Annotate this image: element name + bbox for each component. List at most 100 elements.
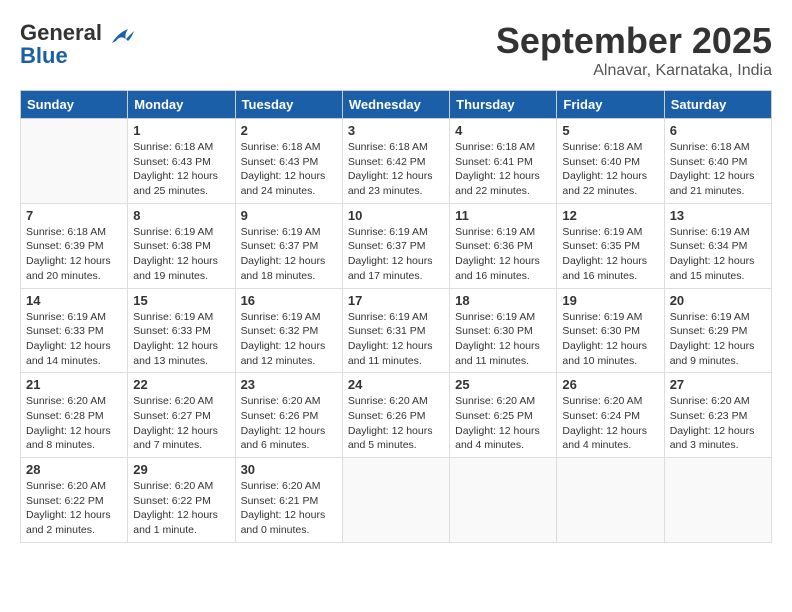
day-of-week-header: Friday <box>557 91 664 119</box>
day-info: Sunrise: 6:18 AM Sunset: 6:43 PM Dayligh… <box>133 140 229 199</box>
calendar-cell <box>450 458 557 543</box>
calendar-cell: 19 Sunrise: 6:19 AM Sunset: 6:30 PM Dayli… <box>557 288 664 373</box>
calendar-cell: 25Sunrise: 6:20 AM Sunset: 6:25 PM Dayli… <box>450 373 557 458</box>
day-info: Sunrise: 6:20 AM Sunset: 6:27 PM Dayligh… <box>133 394 229 453</box>
day-number: 1 <box>133 123 229 138</box>
calendar-cell: 24 Sunrise: 6:20 AM Sunset: 6:26 PM Dayli… <box>342 373 449 458</box>
day-number: 9 <box>241 208 337 223</box>
calendar-cell <box>342 458 449 543</box>
calendar-cell <box>21 119 128 204</box>
day-number: 15 <box>133 293 229 308</box>
calendar-cell: 3 Sunrise: 6:18 AM Sunset: 6:42 PM Daylig… <box>342 119 449 204</box>
day-info: Sunrise: 6:20 AM Sunset: 6:23 PM Dayligh… <box>670 394 766 453</box>
day-info: Sunrise: 6:20 AM Sunset: 6:22 PM Dayligh… <box>26 479 122 538</box>
day-number: 19 <box>562 293 658 308</box>
day-number: 5 <box>562 123 658 138</box>
calendar-cell: 13 Sunrise: 6:19 AM Sunset: 6:34 PM Dayli… <box>664 203 771 288</box>
day-info: Sunrise: 6:20 AM Sunset: 6:26 PM Dayligh… <box>241 394 337 453</box>
day-info: Sunrise: 6:19 AM Sunset: 6:32 PM Dayligh… <box>241 310 337 369</box>
calendar-cell <box>664 458 771 543</box>
calendar-cell: 22 Sunrise: 6:20 AM Sunset: 6:27 PM Dayli… <box>128 373 235 458</box>
logo-bird-icon <box>108 25 136 47</box>
day-info: Sunrise: 6:20 AM Sunset: 6:25 PM Dayligh… <box>455 394 551 453</box>
month-title: September 2025 <box>496 20 772 62</box>
day-info: Sunrise: 6:18 AM Sunset: 6:40 PM Dayligh… <box>670 140 766 199</box>
calendar-cell: 27Sunrise: 6:20 AM Sunset: 6:23 PM Dayli… <box>664 373 771 458</box>
day-of-week-header: Sunday <box>21 91 128 119</box>
calendar-cell: 30 Sunrise: 6:20 AM Sunset: 6:21 PM Dayli… <box>235 458 342 543</box>
title-block: September 2025 Alnavar, Karnataka, India <box>496 20 772 80</box>
day-info: Sunrise: 6:18 AM Sunset: 6:41 PM Dayligh… <box>455 140 551 199</box>
day-info: Sunrise: 6:19 AM Sunset: 6:31 PM Dayligh… <box>348 310 444 369</box>
calendar-cell: 21 Sunrise: 6:20 AM Sunset: 6:28 PM Dayli… <box>21 373 128 458</box>
day-info: Sunrise: 6:19 AM Sunset: 6:33 PM Dayligh… <box>26 310 122 369</box>
logo: General Blue <box>20 20 136 69</box>
calendar-cell: 10 Sunrise: 6:19 AM Sunset: 6:37 PM Dayli… <box>342 203 449 288</box>
calendar-cell: 16 Sunrise: 6:19 AM Sunset: 6:32 PM Dayli… <box>235 288 342 373</box>
day-number: 22 <box>133 377 229 392</box>
day-number: 6 <box>670 123 766 138</box>
day-of-week-header: Saturday <box>664 91 771 119</box>
day-number: 3 <box>348 123 444 138</box>
calendar-cell: 20 Sunrise: 6:19 AM Sunset: 6:29 PM Dayli… <box>664 288 771 373</box>
day-info: Sunrise: 6:19 AM Sunset: 6:29 PM Dayligh… <box>670 310 766 369</box>
calendar-cell: 28 Sunrise: 6:20 AM Sunset: 6:22 PM Dayli… <box>21 458 128 543</box>
day-number: 17 <box>348 293 444 308</box>
calendar-cell: 2 Sunrise: 6:18 AM Sunset: 6:43 PM Daylig… <box>235 119 342 204</box>
calendar-cell: 12 Sunrise: 6:19 AM Sunset: 6:35 PM Dayli… <box>557 203 664 288</box>
day-number: 11 <box>455 208 551 223</box>
calendar-cell <box>557 458 664 543</box>
day-info: Sunrise: 6:18 AM Sunset: 6:40 PM Dayligh… <box>562 140 658 199</box>
day-number: 28 <box>26 462 122 477</box>
day-number: 10 <box>348 208 444 223</box>
day-info: Sunrise: 6:19 AM Sunset: 6:33 PM Dayligh… <box>133 310 229 369</box>
day-number: 23 <box>241 377 337 392</box>
day-number: 30 <box>241 462 337 477</box>
day-number: 18 <box>455 293 551 308</box>
calendar-table: SundayMondayTuesdayWednesdayThursdayFrid… <box>20 90 772 543</box>
day-of-week-header: Tuesday <box>235 91 342 119</box>
calendar-cell: 11Sunrise: 6:19 AM Sunset: 6:36 PM Dayli… <box>450 203 557 288</box>
day-number: 2 <box>241 123 337 138</box>
day-number: 24 <box>348 377 444 392</box>
day-info: Sunrise: 6:19 AM Sunset: 6:35 PM Dayligh… <box>562 225 658 284</box>
day-number: 21 <box>26 377 122 392</box>
calendar-cell: 5 Sunrise: 6:18 AM Sunset: 6:40 PM Daylig… <box>557 119 664 204</box>
calendar-cell: 15 Sunrise: 6:19 AM Sunset: 6:33 PM Dayli… <box>128 288 235 373</box>
day-info: Sunrise: 6:18 AM Sunset: 6:42 PM Dayligh… <box>348 140 444 199</box>
day-number: 13 <box>670 208 766 223</box>
calendar-cell: 26 Sunrise: 6:20 AM Sunset: 6:24 PM Dayli… <box>557 373 664 458</box>
day-number: 26 <box>562 377 658 392</box>
calendar-cell: 6 Sunrise: 6:18 AM Sunset: 6:40 PM Daylig… <box>664 119 771 204</box>
calendar-cell: 17 Sunrise: 6:19 AM Sunset: 6:31 PM Dayli… <box>342 288 449 373</box>
calendar-cell: 9 Sunrise: 6:19 AM Sunset: 6:37 PM Daylig… <box>235 203 342 288</box>
day-info: Sunrise: 6:20 AM Sunset: 6:24 PM Dayligh… <box>562 394 658 453</box>
day-of-week-header: Monday <box>128 91 235 119</box>
day-info: Sunrise: 6:19 AM Sunset: 6:34 PM Dayligh… <box>670 225 766 284</box>
day-info: Sunrise: 6:19 AM Sunset: 6:37 PM Dayligh… <box>348 225 444 284</box>
day-info: Sunrise: 6:19 AM Sunset: 6:37 PM Dayligh… <box>241 225 337 284</box>
location-subtitle: Alnavar, Karnataka, India <box>496 62 772 80</box>
day-info: Sunrise: 6:19 AM Sunset: 6:30 PM Dayligh… <box>562 310 658 369</box>
calendar-cell: 7 Sunrise: 6:18 AM Sunset: 6:39 PM Daylig… <box>21 203 128 288</box>
page-header: General Blue September 2025 Alnavar, Kar… <box>20 20 772 80</box>
day-info: Sunrise: 6:20 AM Sunset: 6:21 PM Dayligh… <box>241 479 337 538</box>
day-info: Sunrise: 6:18 AM Sunset: 6:39 PM Dayligh… <box>26 225 122 284</box>
day-number: 12 <box>562 208 658 223</box>
day-number: 16 <box>241 293 337 308</box>
day-info: Sunrise: 6:20 AM Sunset: 6:26 PM Dayligh… <box>348 394 444 453</box>
day-number: 8 <box>133 208 229 223</box>
logo-blue-text: Blue <box>20 43 68 69</box>
calendar-cell: 29Sunrise: 6:20 AM Sunset: 6:22 PM Dayli… <box>128 458 235 543</box>
day-info: Sunrise: 6:20 AM Sunset: 6:28 PM Dayligh… <box>26 394 122 453</box>
day-number: 7 <box>26 208 122 223</box>
day-number: 20 <box>670 293 766 308</box>
day-number: 29 <box>133 462 229 477</box>
day-of-week-header: Wednesday <box>342 91 449 119</box>
calendar-cell: 18Sunrise: 6:19 AM Sunset: 6:30 PM Dayli… <box>450 288 557 373</box>
calendar-cell: 1 Sunrise: 6:18 AM Sunset: 6:43 PM Daylig… <box>128 119 235 204</box>
calendar-cell: 8Sunrise: 6:19 AM Sunset: 6:38 PM Daylig… <box>128 203 235 288</box>
day-info: Sunrise: 6:18 AM Sunset: 6:43 PM Dayligh… <box>241 140 337 199</box>
day-number: 14 <box>26 293 122 308</box>
calendar-cell: 4Sunrise: 6:18 AM Sunset: 6:41 PM Daylig… <box>450 119 557 204</box>
